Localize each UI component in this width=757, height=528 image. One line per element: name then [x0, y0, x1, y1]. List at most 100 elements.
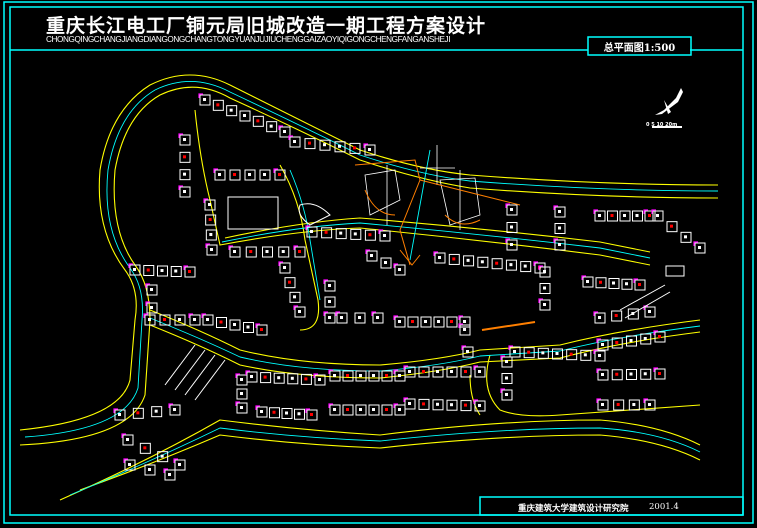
building-unit	[259, 169, 271, 181]
building-unit	[596, 398, 609, 411]
building-unit	[255, 323, 268, 336]
building-unit	[432, 366, 444, 378]
building-unit	[183, 265, 196, 278]
building-unit	[473, 365, 486, 378]
building-unit	[473, 399, 486, 412]
building-unit	[266, 121, 278, 133]
building-unit	[213, 168, 226, 181]
plaza	[364, 145, 481, 230]
building-unit	[205, 229, 217, 241]
building-unit	[350, 228, 362, 240]
building-unit	[553, 205, 566, 218]
building-unit	[273, 372, 285, 384]
building-unit	[163, 468, 176, 481]
building-unit	[354, 312, 366, 324]
building-unit	[294, 408, 305, 420]
road-edge	[486, 354, 701, 417]
building-unit	[433, 251, 446, 264]
building-unit	[613, 399, 625, 411]
building-unit	[342, 404, 354, 416]
building-unit	[380, 257, 392, 269]
building-unit	[403, 397, 416, 410]
building-unit	[305, 408, 318, 421]
building-unit	[378, 229, 391, 242]
building-unit	[393, 263, 406, 276]
building-unit	[640, 368, 652, 380]
building-unit	[506, 222, 518, 233]
building-unit	[368, 404, 380, 416]
building-unit	[611, 369, 623, 381]
parking-lines	[164, 284, 671, 401]
building-unit	[304, 138, 316, 150]
building-unit	[324, 296, 336, 308]
building-unit	[269, 407, 280, 419]
building-unit	[491, 258, 503, 270]
building-unit	[420, 316, 432, 328]
building-unit	[245, 246, 257, 258]
building-unit	[235, 373, 248, 386]
building-unit	[627, 308, 639, 320]
building-unit	[216, 317, 227, 328]
building-unit	[289, 291, 301, 303]
building-unit	[628, 399, 640, 411]
drawing-date: 2001.4	[649, 502, 679, 512]
building-unit	[626, 335, 637, 347]
building-unit	[179, 169, 191, 181]
building-unit	[593, 349, 606, 362]
drawing-title: 重庆长江电工厂铜元局旧城改造一期工程方案设计	[46, 15, 487, 37]
building-unit	[432, 399, 444, 411]
building-unit	[460, 400, 472, 412]
building-unit	[201, 313, 214, 326]
building-unit	[335, 228, 347, 240]
building-unit	[239, 110, 251, 122]
building-unit	[433, 316, 445, 328]
building-unit	[349, 142, 361, 154]
building-unit	[593, 311, 606, 324]
building-unit	[621, 278, 633, 290]
building-unit	[288, 135, 301, 148]
building-unit	[287, 373, 299, 385]
building-unit	[235, 401, 248, 414]
building-unit	[607, 210, 618, 222]
building-unit	[611, 310, 623, 322]
building-unit	[381, 370, 393, 382]
drawing-frame	[3, 1, 754, 524]
building-unit	[284, 277, 296, 289]
building-unit	[178, 133, 191, 146]
building-unit	[157, 265, 168, 277]
building-unit	[228, 245, 241, 258]
building-unit	[293, 305, 306, 318]
building-unit	[255, 405, 268, 418]
building-unit	[633, 278, 646, 291]
site-plan-drawing[interactable]	[0, 0, 757, 528]
building-unit	[368, 370, 380, 382]
building-unit	[328, 369, 341, 382]
building-unit	[252, 115, 264, 127]
building-unit	[245, 370, 258, 383]
building-unit	[226, 105, 238, 117]
building-unit	[121, 433, 134, 446]
building-unit	[463, 255, 475, 267]
building-unit	[342, 370, 354, 382]
building-unit	[178, 185, 191, 198]
building-unit	[198, 93, 211, 106]
building-unit	[229, 169, 241, 181]
building-unit	[418, 398, 430, 410]
building-unit	[168, 403, 181, 416]
building-unit	[393, 315, 406, 328]
building-unit	[243, 322, 254, 333]
building-unit	[596, 368, 609, 381]
building-unit	[505, 203, 518, 216]
building-unit	[619, 210, 631, 222]
building-unit	[364, 229, 376, 241]
building-unit	[278, 261, 291, 274]
building-unit	[335, 311, 348, 324]
road-edge	[59, 419, 701, 501]
drawing-subtitle-pinyin: CHONGQINGCHANGJIANGDIANGONGCHANGTONGYUAN…	[46, 35, 451, 44]
paths	[354, 159, 536, 331]
building-unit	[593, 209, 606, 222]
sheet-scale-label: 总平面图1:500	[603, 43, 676, 54]
building-unit	[323, 311, 336, 324]
building-unit	[151, 406, 163, 418]
roads	[19, 74, 719, 501]
